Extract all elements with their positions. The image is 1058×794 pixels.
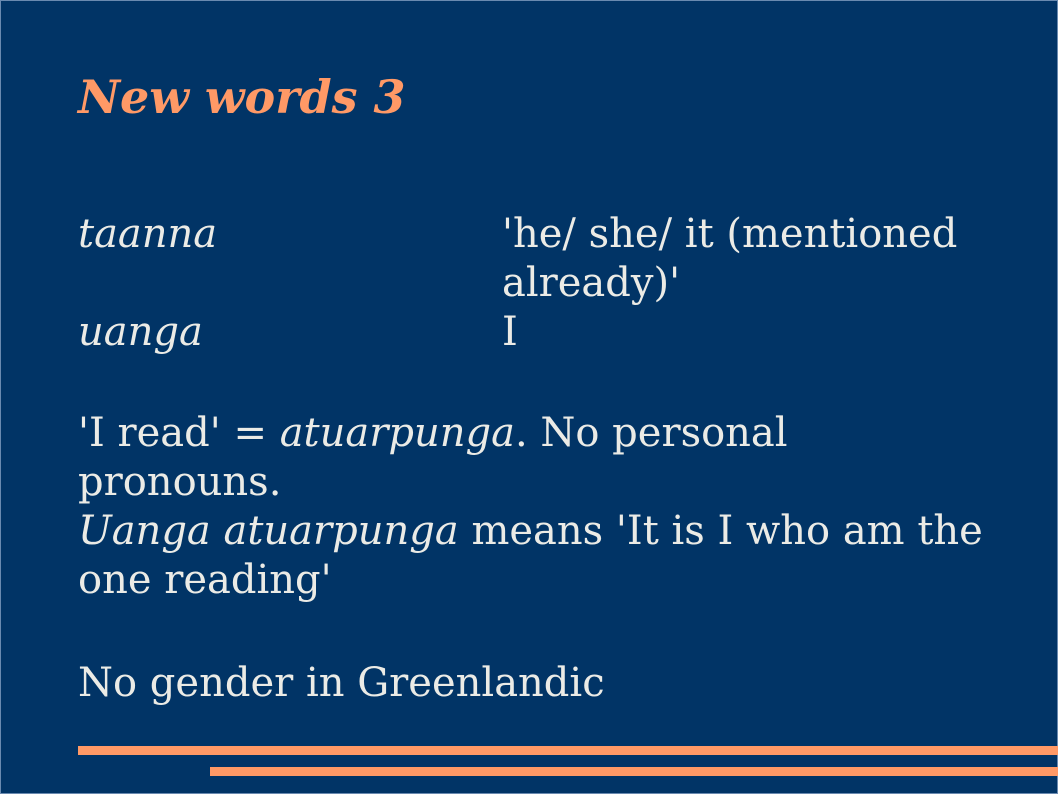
grammar-note: 'I read' = atuarpunga. No personal prono…	[78, 409, 998, 605]
vocabulary-term: uanga	[78, 309, 203, 355]
slide-title: New words 3	[78, 70, 406, 124]
gender-note: No gender in Greenlandic	[78, 660, 605, 706]
note-text: 'I read' =	[78, 410, 280, 456]
vocabulary-entry: uanga I	[78, 308, 1018, 357]
decorative-bar-bottom	[210, 767, 1058, 776]
vocabulary-definition: I	[502, 309, 518, 355]
note-example: atuarpunga	[279, 410, 515, 456]
slide: New words 3 taanna 'he/ she/ it (mention…	[0, 0, 1058, 794]
vocabulary-term: taanna	[78, 211, 218, 257]
vocabulary-list: taanna 'he/ she/ it (mentioned already)'…	[78, 210, 1018, 357]
decorative-bar-top	[78, 746, 1058, 755]
vocabulary-entry: taanna 'he/ she/ it (mentioned already)'	[78, 210, 1018, 308]
vocabulary-definition: 'he/ she/ it (mentioned already)'	[502, 211, 958, 306]
note-example: Uanga atuarpunga	[78, 508, 459, 554]
